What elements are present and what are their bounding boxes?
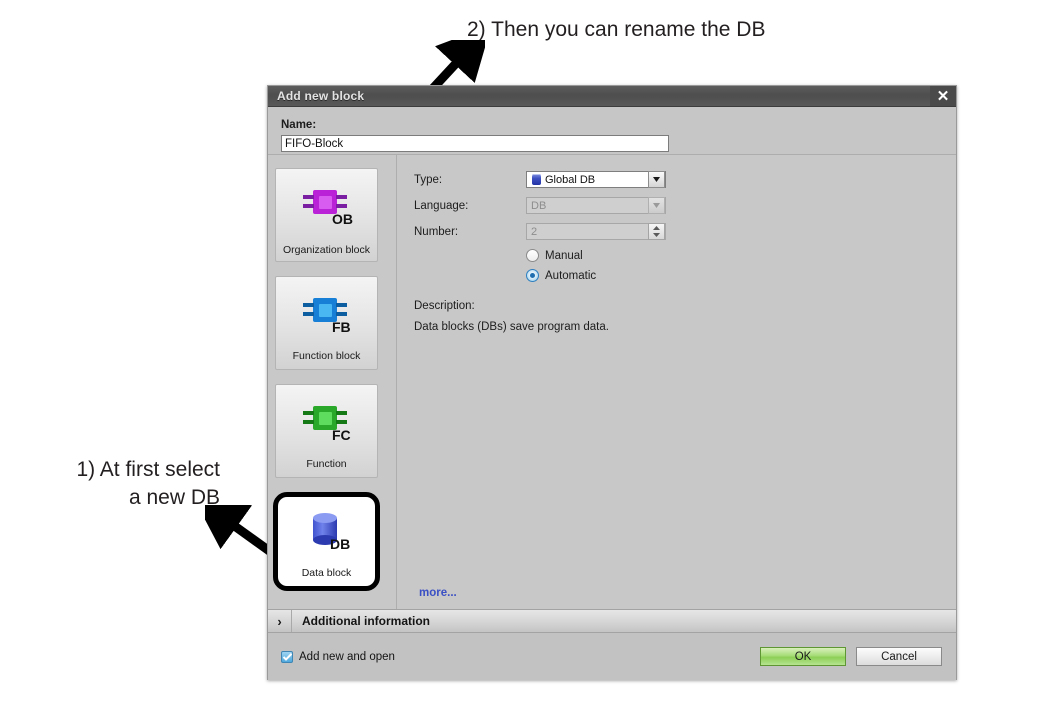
numbering-automatic-option[interactable]: Automatic xyxy=(526,269,956,282)
svg-text:FC: FC xyxy=(332,427,351,442)
number-row: Number: 2 xyxy=(414,223,956,240)
additional-information-label: Additional information xyxy=(302,614,430,628)
block-type-label: Function block xyxy=(292,349,361,362)
chevron-right-icon[interactable]: › xyxy=(268,610,292,632)
type-select[interactable]: Global DB xyxy=(526,171,666,188)
chevron-down-icon[interactable] xyxy=(648,171,665,188)
name-input[interactable]: FIFO-Block xyxy=(281,135,669,152)
annotation-step-1: 1) At first select a new DB xyxy=(76,458,220,509)
svg-text:OB: OB xyxy=(332,211,353,226)
fb-block-icon: FB xyxy=(299,290,355,339)
radio-manual-icon[interactable] xyxy=(526,249,539,262)
description-text: Data blocks (DBs) save program data. xyxy=(414,321,609,333)
db-icon xyxy=(532,174,541,185)
name-section: Name: FIFO-Block xyxy=(268,107,956,155)
svg-text:FB: FB xyxy=(332,319,351,334)
block-type-function-block[interactable]: FB Function block xyxy=(275,276,378,370)
additional-information-bar[interactable]: › Additional information xyxy=(268,609,956,633)
fc-block-icon: FC xyxy=(299,398,355,447)
language-row: Language: DB xyxy=(414,197,956,214)
block-type-label: Function xyxy=(306,457,347,470)
language-label: Language: xyxy=(414,199,469,212)
ob-block-icon: OB xyxy=(299,182,355,231)
number-stepper[interactable]: 2 xyxy=(526,223,666,240)
manual-label: Manual xyxy=(545,249,583,262)
name-label: Name: xyxy=(281,119,317,131)
close-icon[interactable]: ✕ xyxy=(930,86,956,106)
more-link[interactable]: more... xyxy=(419,587,457,599)
numbering-manual-option[interactable]: Manual xyxy=(526,249,956,262)
block-type-function[interactable]: FC Function xyxy=(275,384,378,478)
dialog-footer: Add new and open OK Cancel xyxy=(268,633,956,680)
annotation-step-2: 2) Then you can rename the DB xyxy=(467,18,766,41)
type-row: Type: Global DB xyxy=(414,171,956,188)
chevron-down-icon xyxy=(648,197,665,214)
block-type-label: Organization block xyxy=(283,243,370,256)
add-new-and-open-label: Add new and open xyxy=(299,650,395,663)
dialog-body: OB Organization block FB Function block … xyxy=(268,155,956,609)
block-type-organization-block[interactable]: OB Organization block xyxy=(275,168,378,262)
dialog-titlebar[interactable]: Add new block ✕ xyxy=(268,86,956,107)
add-new-and-open-checkbox[interactable]: Add new and open xyxy=(281,650,395,663)
block-type-label: Data block xyxy=(301,566,352,579)
dialog-title: Add new block xyxy=(277,89,365,103)
block-detail-pane: Type: Global DB Language: DB Number: 2 M… xyxy=(397,155,956,609)
language-value: DB xyxy=(531,199,547,212)
block-type-list: OB Organization block FB Function block … xyxy=(268,155,397,609)
spinner-icon[interactable] xyxy=(648,223,665,240)
svg-text:DB: DB xyxy=(330,536,350,552)
type-label: Type: xyxy=(414,173,443,186)
ok-button[interactable]: OK xyxy=(760,647,846,666)
db-block-icon: DB xyxy=(299,507,355,558)
checkbox-checked-icon[interactable] xyxy=(281,650,293,663)
automatic-label: Automatic xyxy=(545,269,597,282)
radio-automatic-icon[interactable] xyxy=(526,269,539,282)
add-new-block-dialog: Add new block ✕ Name: FIFO-Block OB Orga… xyxy=(267,85,957,680)
cancel-button[interactable]: Cancel xyxy=(856,647,942,666)
description-label: Description: xyxy=(414,300,475,312)
type-value: Global DB xyxy=(545,173,596,186)
number-label: Number: xyxy=(414,225,459,238)
number-value: 2 xyxy=(531,225,538,238)
block-type-data-block[interactable]: DB Data block xyxy=(273,492,380,591)
language-select[interactable]: DB xyxy=(526,197,666,214)
